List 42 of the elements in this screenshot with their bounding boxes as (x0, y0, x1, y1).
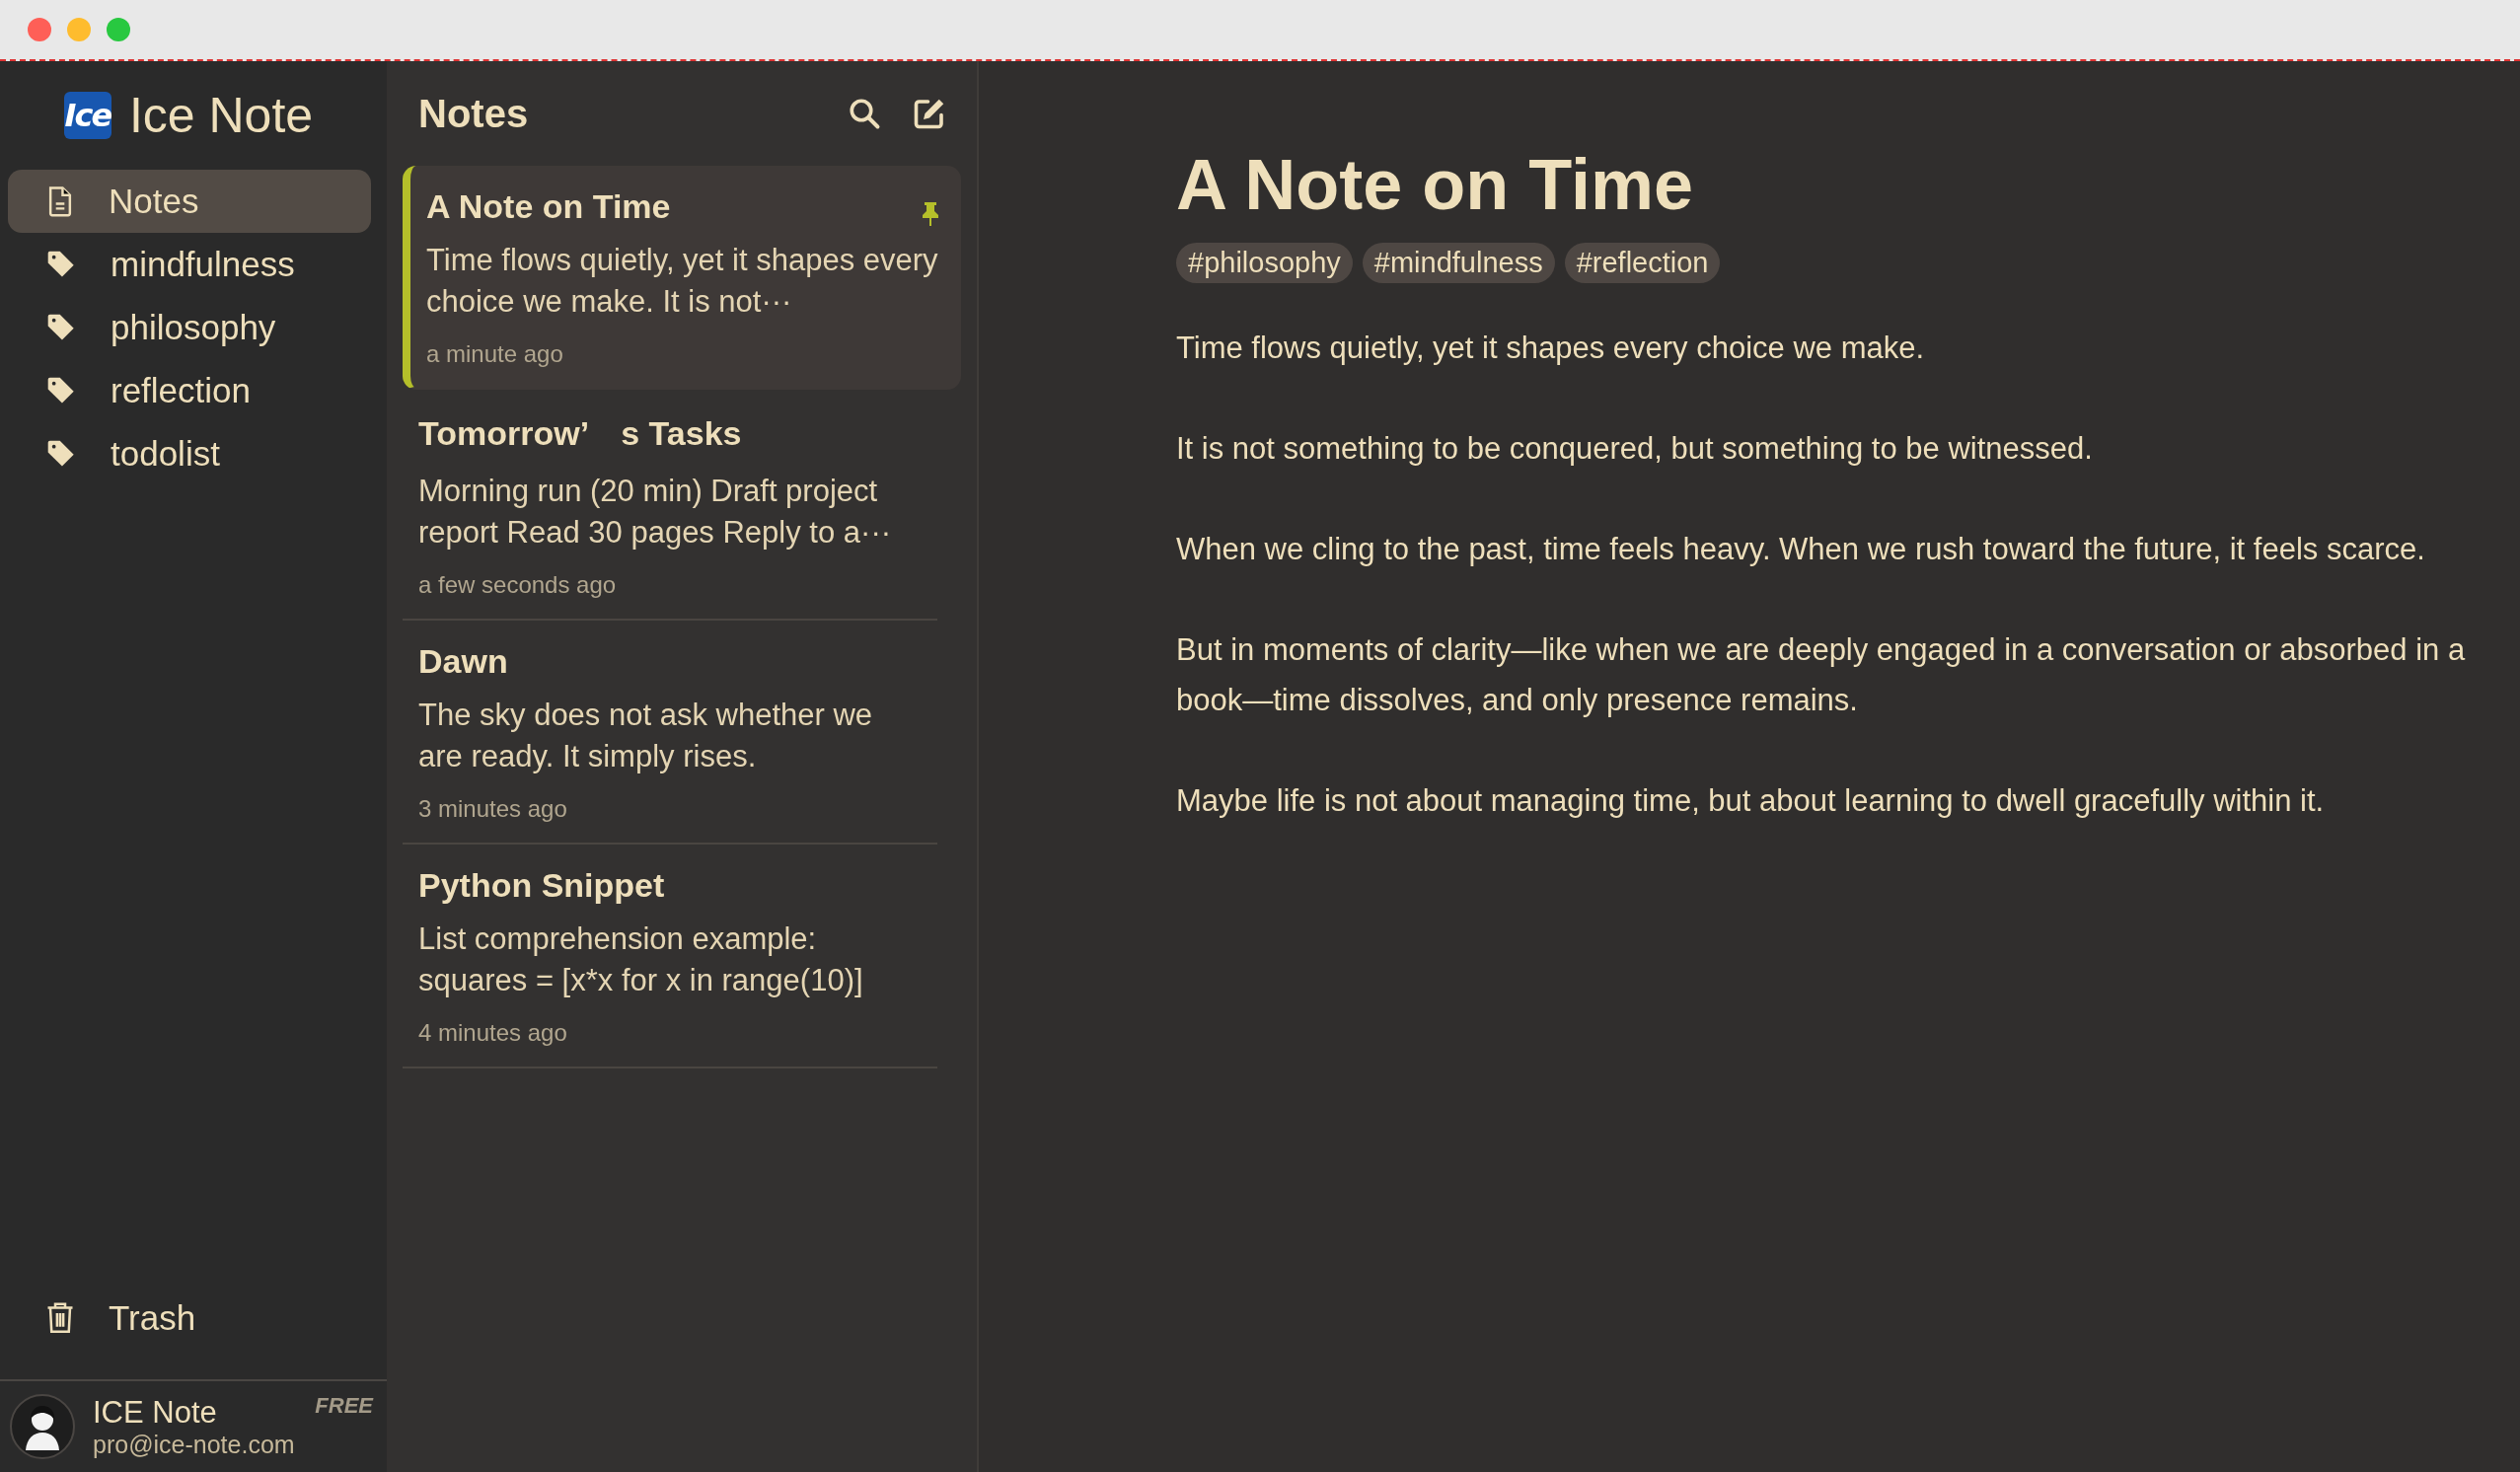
note-preview: Time flows quietly, yet it shapes every choice we make. It is not··· (426, 242, 939, 321)
note-title: Tomorrow’ s Tasks (418, 413, 743, 454)
note-title: Python Snippet (418, 866, 666, 905)
tag-chip[interactable]: #reflection (1564, 243, 1721, 284)
note-preview: The sky does not ask whether we are ready. It simply rises. (418, 697, 874, 775)
sidebar-item[interactable]: philosophy (8, 296, 371, 359)
body-paragraph: It is not something to be conquered, but something to be witnessed. (1176, 430, 2094, 469)
sidebar-item[interactable]: reflection (8, 359, 371, 422)
minimize-button[interactable] (67, 18, 91, 41)
note-preview: Morning run (20 min) Draft project report Read 30 pages Reply to a··· (418, 473, 893, 552)
note-time: 4 minutes ago (418, 1019, 568, 1047)
account-name: ICE Note (93, 1394, 218, 1431)
account-email: pro@ice-note.com (93, 1430, 295, 1459)
note-card[interactable]: A Note on Time Time flows quietly, yet it shapes every choice we make. It is not··· a minute ago (403, 166, 961, 390)
plan-label: FREE (315, 1393, 373, 1419)
note-title: A Note on Time (426, 187, 672, 226)
body-paragraph: When we cling to the past, time feels heavy. When we rush toward the future, it feels scarce. (1176, 531, 2426, 569)
sidebar-item[interactable]: todolist (8, 422, 371, 485)
tag-chip[interactable]: #mindfulness (1362, 243, 1555, 284)
note-item[interactable]: Tomorrow’ s Tasks Morning run (20 min) Draft project report Read 30 pages Reply to a··· a few seconds ago (403, 390, 937, 621)
note-title: Dawn (418, 642, 509, 681)
note-item[interactable]: Python Snippet List comprehension example: squares = [x*x for x in range(10)] 4 minutes ago (403, 845, 937, 1068)
list-title: Notes (418, 91, 530, 136)
search-icon[interactable] (847, 96, 882, 131)
zoom-button[interactable] (107, 18, 130, 41)
tag-chip[interactable]: #philosophy (1176, 243, 1353, 284)
note-time: a few seconds ago (418, 571, 618, 599)
body-paragraph: Maybe life is not about managing time, but about learning to dwell gracefully within it. (1176, 782, 2326, 821)
app-name: Ice Note (128, 87, 314, 144)
note-time: a minute ago (426, 340, 564, 368)
body-paragraph: But in moments of clarity—like when we are deeply engaged in a conversation or absorbed in a book—time dissolves, and only presence remains. (1176, 631, 2467, 720)
sidebar-item[interactable]: Notes (8, 170, 371, 233)
trash-item[interactable]: Trash (8, 1287, 371, 1350)
app-logo: Ice (63, 92, 111, 139)
note-heading: A Note on Time (1176, 144, 1695, 226)
body-paragraph: Time flows quietly, yet it shapes every choice we make. (1176, 330, 1926, 368)
note-preview: List comprehension example: squares = [x*x for x in range(10)] (418, 920, 864, 999)
note-time: 3 minutes ago (418, 795, 568, 823)
note-item[interactable]: Dawn The sky does not ask whether we are ready. It simply rises. 3 minutes ago (403, 621, 937, 845)
close-button[interactable] (28, 18, 51, 41)
trash-icon (45, 1301, 75, 1335)
sidebar-item[interactable]: mindfulness (8, 233, 371, 296)
